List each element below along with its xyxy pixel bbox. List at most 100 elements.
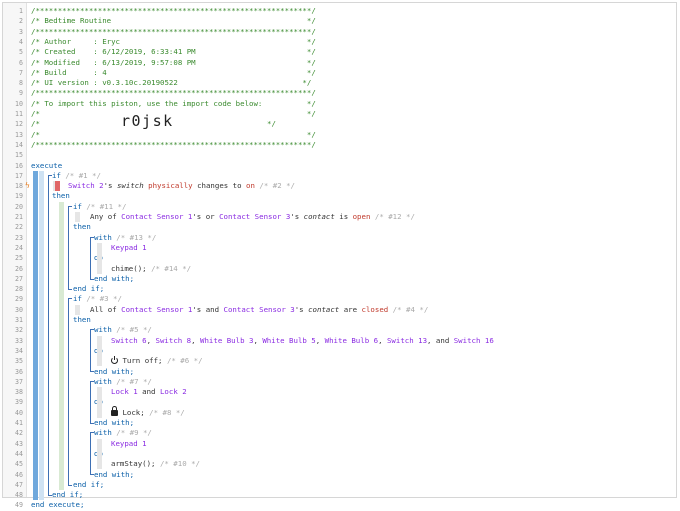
code-token: /* Bedtime Routine */ (31, 16, 316, 26)
code-token: then (73, 315, 91, 324)
line-number: 21 (15, 213, 23, 221)
device-switch-16[interactable]: Switch 16 (454, 336, 494, 345)
code-token: /* (31, 119, 40, 129)
block-bracket (68, 205, 72, 291)
device-lock-1[interactable]: Lock 1 (111, 387, 138, 396)
code-token: then (73, 222, 91, 232)
code-line: with /* #5 */ (94, 325, 152, 335)
code-line: if /* #11 */ (73, 202, 126, 212)
line-number: 10 (15, 99, 23, 108)
trigger-bolt-icon: ϟ (25, 181, 30, 191)
code-token: closed (361, 304, 389, 314)
device-contact-3[interactable]: Contact Sensor 3 (219, 212, 290, 221)
code-token: , (378, 335, 387, 345)
device-switch-2[interactable]: Switch 2 (68, 181, 104, 190)
code-line: chime(); /* #14 */ (111, 264, 191, 274)
line-number: 19 (15, 192, 23, 201)
line-number: 1 (19, 7, 23, 15)
code-line: execute (31, 161, 62, 171)
code-token: and (142, 387, 156, 397)
code-token: armStay(); (111, 459, 156, 469)
line-number: 38 (15, 388, 23, 397)
import-code[interactable]: r0jsk (121, 114, 174, 129)
device-switch-8[interactable]: Switch 8 (156, 336, 192, 345)
header-blank: /* */ (31, 130, 316, 140)
line-number: 8 (19, 79, 23, 88)
code-token: /* #5 */ (116, 325, 152, 335)
lock-icon (111, 406, 118, 416)
block-bar (97, 242, 102, 274)
device-white-bulb-5[interactable]: White Bulb 5 (262, 336, 315, 345)
device-white-bulb-3[interactable]: White Bulb 3 (200, 336, 253, 345)
code-token: /* #14 */ (151, 263, 192, 273)
block-bracket (90, 236, 94, 280)
code-token: /***************************************… (31, 139, 316, 149)
code-token: /***************************************… (31, 6, 316, 15)
device-keypad-1[interactable]: Keypad 1 (111, 439, 147, 448)
line-number: 40 (15, 408, 23, 417)
code-line: then (73, 315, 91, 325)
line-number: 37 (15, 377, 23, 386)
line-number: 43 (15, 439, 23, 448)
code-token: , (253, 335, 263, 345)
device-keypad-1[interactable]: Keypad 1 (111, 243, 147, 252)
device-switch-6[interactable]: Switch 6 (111, 336, 147, 345)
line-number: 33 (15, 336, 23, 345)
line-number: 29 (15, 295, 23, 304)
code-token: /* #13 */ (116, 232, 157, 242)
line-number: 23 (15, 233, 23, 242)
code-line: with /* #9 */ (94, 428, 152, 438)
piston-code-viewer: 1 2 3 4 5 6 7 8 9 10 11 12 13 14 15 16 17 18 19 20 21 22 23 24 2… (2, 2, 677, 509)
line-number: 24 (15, 243, 23, 252)
power-icon (111, 355, 118, 365)
device-contact-1[interactable]: Contact Sensor 1 (121, 305, 192, 314)
code-line: Keypad 1 (111, 439, 147, 449)
condition-line: Any of Contact Sensor 1's or Contact Sen… (90, 212, 415, 222)
line-number: 32 (15, 326, 23, 335)
code-line: end execute; (31, 500, 84, 510)
device-contact-1[interactable]: Contact Sensor 1 (121, 212, 192, 221)
code-token: /* UI version : v0.3.10c.20190522 */ (31, 78, 312, 88)
code-token: /* #11 */ (86, 201, 127, 211)
block-bar (97, 387, 102, 418)
code-token: , (191, 335, 201, 345)
block-bar (75, 304, 80, 315)
code-token: with (94, 325, 112, 335)
code-line: if /* #1 */ (52, 171, 101, 181)
line-number: 9 (19, 89, 23, 98)
block-bar (97, 335, 102, 367)
code-line: end if; (73, 284, 104, 294)
line-number: 18 (15, 182, 23, 191)
code-token: 's (103, 181, 113, 191)
code-token: /* */ (31, 129, 316, 139)
line-number: 27 (15, 274, 23, 283)
code-token: /* To import this piston, use the import… (31, 98, 316, 108)
code-token: with (94, 428, 112, 438)
code-token: /* #8 */ (149, 407, 185, 417)
code-line: with /* #13 */ (94, 233, 156, 243)
code-token: end with; (94, 273, 135, 283)
device-white-bulb-6[interactable]: White Bulb 6 (325, 336, 378, 345)
code-token: */ (267, 119, 276, 129)
code-token: /* #3 */ (86, 294, 122, 304)
import-note: /* To import this piston, use the import… (31, 99, 316, 109)
device-lock-2[interactable]: Lock 2 (160, 387, 187, 396)
line-number: 46 (15, 470, 23, 479)
device-switch-13[interactable]: Switch 13 (387, 336, 427, 345)
code-token: /* Author : Eryc */ (31, 36, 316, 46)
code-token: contact (308, 304, 340, 314)
device-contact-3[interactable]: Contact Sensor 3 (224, 305, 295, 314)
code-token: All of (90, 304, 117, 314)
code-token: end if; (73, 479, 105, 489)
code-token: /* Build : 4 */ (31, 67, 316, 77)
block-bar (75, 212, 80, 223)
line-number: 47 (15, 480, 23, 489)
code-token: on (246, 181, 255, 191)
line-number: 4 (19, 37, 23, 46)
code-token: end if; (52, 490, 84, 500)
code-token: /* Modified : 6/13/2019, 9:57:08 PM */ (31, 57, 316, 67)
code-line: then (52, 191, 70, 201)
line-number: 17 (15, 171, 23, 180)
code-line: end if; (73, 480, 104, 490)
code-token: /* Created : 6/12/2019, 6:33:41 PM */ (31, 47, 316, 57)
